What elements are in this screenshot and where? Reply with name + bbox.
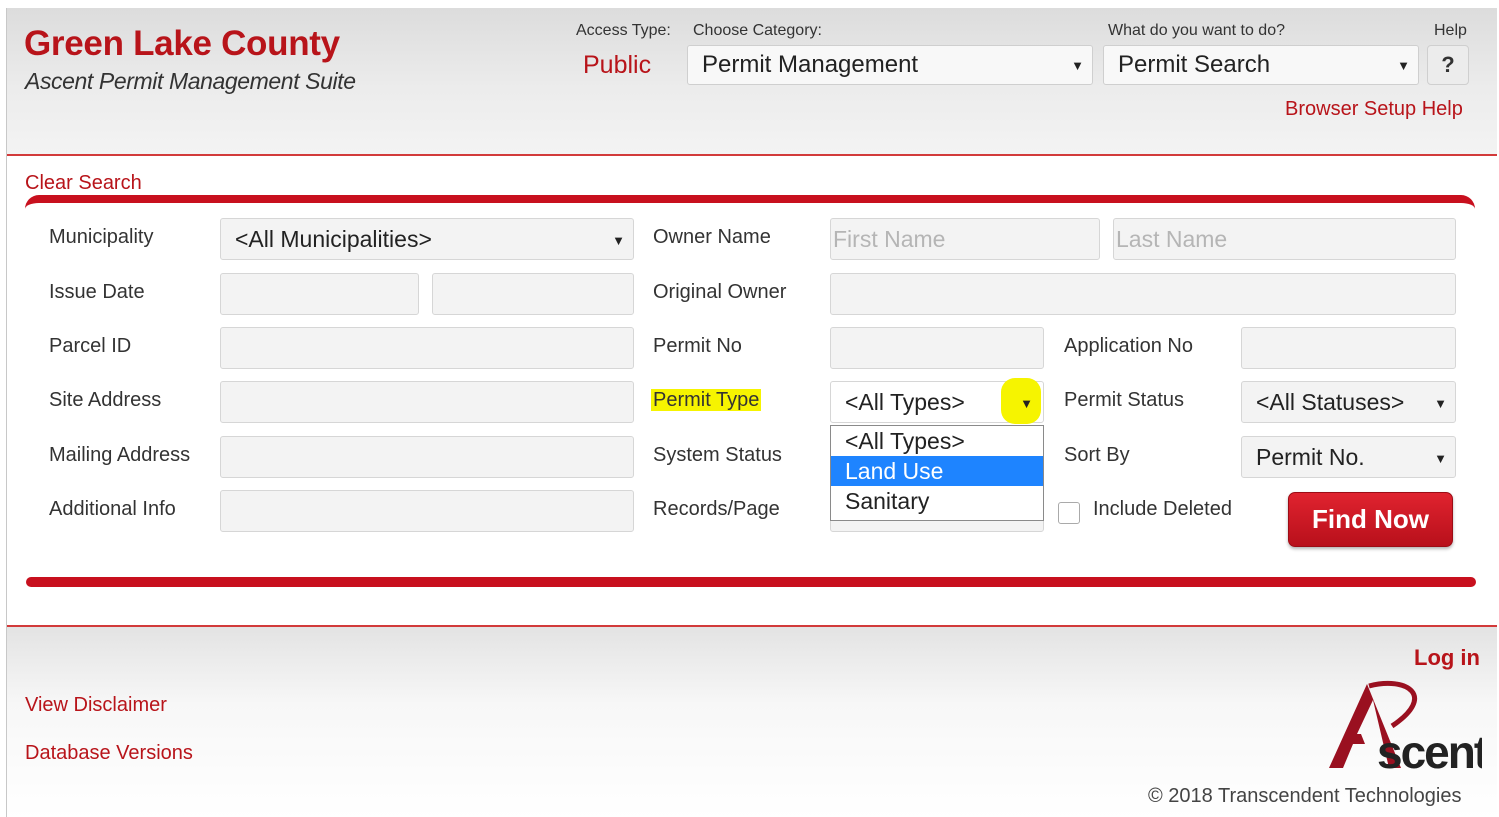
permit-type-option-highlighted[interactable]: Land Use bbox=[831, 456, 1043, 486]
ascent-logo-graphic: scent bbox=[1329, 680, 1491, 778]
parcel-id-label: Parcel ID bbox=[49, 335, 132, 357]
county-title: Green Lake County bbox=[24, 24, 340, 63]
access-type-label: Access Type: bbox=[576, 22, 671, 39]
action-label: What do you want to do? bbox=[1108, 22, 1285, 39]
action-select[interactable]: Permit Search ▼ bbox=[1103, 45, 1419, 85]
browser-setup-help-link[interactable]: Browser Setup Help bbox=[1285, 98, 1463, 121]
first-name-input[interactable]: First Name bbox=[830, 218, 1100, 260]
owner-name-label: Owner Name bbox=[653, 226, 771, 248]
permit-status-select-value: <All Statuses> bbox=[1256, 389, 1405, 415]
include-deleted-label: Include Deleted bbox=[1093, 498, 1232, 520]
view-disclaimer-link[interactable]: View Disclaimer bbox=[25, 694, 167, 717]
permit-status-select[interactable]: <All Statuses> ▼ bbox=[1241, 381, 1456, 423]
header: Green Lake County Ascent Permit Manageme… bbox=[7, 8, 1497, 156]
include-deleted-checkbox[interactable] bbox=[1058, 502, 1080, 524]
chevron-down-icon: ▼ bbox=[1434, 451, 1447, 466]
permit-status-label: Permit Status bbox=[1064, 389, 1185, 411]
ascent-logo: scent bbox=[1297, 678, 1491, 778]
last-name-input[interactable]: Last Name bbox=[1113, 218, 1456, 260]
action-select-value: Permit Search bbox=[1118, 51, 1271, 78]
permit-type-option[interactable]: Sanitary bbox=[831, 486, 1043, 516]
permit-type-label-text: Permit Type bbox=[651, 389, 762, 411]
application-no-input[interactable] bbox=[1241, 327, 1456, 369]
find-now-button[interactable]: Find Now bbox=[1288, 492, 1453, 547]
category-label: Choose Category: bbox=[693, 22, 822, 39]
site-address-label: Site Address bbox=[49, 389, 162, 411]
help-label: Help bbox=[1434, 22, 1467, 39]
issue-date-to-input[interactable] bbox=[432, 273, 634, 315]
additional-info-input[interactable] bbox=[220, 490, 634, 532]
additional-info-label: Additional Info bbox=[49, 498, 176, 520]
mailing-address-label: Mailing Address bbox=[49, 444, 191, 466]
municipality-select[interactable]: <All Municipalities> ▼ bbox=[220, 218, 634, 260]
original-owner-label: Original Owner bbox=[653, 281, 787, 303]
chevron-down-icon: ▼ bbox=[1071, 58, 1084, 73]
permit-type-select[interactable]: <All Types> ▼ bbox=[830, 378, 1044, 424]
mailing-address-input[interactable] bbox=[220, 436, 634, 478]
chevron-down-icon: ▼ bbox=[1020, 396, 1033, 411]
panel-bottom-bar bbox=[26, 577, 1476, 587]
app-frame: Green Lake County Ascent Permit Manageme… bbox=[6, 8, 1497, 817]
clear-search-link[interactable]: Clear Search bbox=[25, 172, 142, 195]
sort-by-select[interactable]: Permit No. ▼ bbox=[1241, 436, 1456, 478]
application-no-label: Application No bbox=[1064, 335, 1193, 357]
site-address-input[interactable] bbox=[220, 381, 634, 423]
chevron-down-icon: ▼ bbox=[1397, 58, 1410, 73]
system-status-label: System Status bbox=[653, 444, 782, 466]
svg-text:scent: scent bbox=[1377, 726, 1482, 778]
copyright-text: © 2018 Transcendent Technologies bbox=[1148, 785, 1462, 807]
help-button[interactable]: ? bbox=[1427, 45, 1469, 85]
first-name-placeholder: First Name bbox=[833, 226, 946, 252]
category-select-value: Permit Management bbox=[702, 51, 919, 78]
municipality-select-value: <All Municipalities> bbox=[235, 226, 432, 252]
parcel-id-input[interactable] bbox=[220, 327, 634, 369]
permit-no-label: Permit No bbox=[653, 335, 742, 357]
last-name-placeholder: Last Name bbox=[1116, 226, 1228, 252]
chevron-down-icon: ▼ bbox=[1434, 396, 1447, 411]
chevron-down-icon: ▼ bbox=[612, 233, 625, 248]
footer: Log in View Disclaimer Database Versions… bbox=[7, 625, 1497, 817]
access-type-value: Public bbox=[583, 51, 652, 79]
login-link[interactable]: Log in bbox=[1414, 645, 1480, 671]
municipality-label: Municipality bbox=[49, 226, 154, 248]
sort-by-label: Sort By bbox=[1064, 444, 1130, 466]
original-owner-input[interactable] bbox=[830, 273, 1456, 315]
permit-type-label: Permit Type bbox=[651, 389, 762, 412]
category-select[interactable]: Permit Management ▼ bbox=[687, 45, 1093, 85]
records-page-label: Records/Page bbox=[653, 498, 780, 520]
permit-type-select-value: <All Types> bbox=[845, 389, 965, 415]
issue-date-label: Issue Date bbox=[49, 281, 145, 303]
issue-date-from-input[interactable] bbox=[220, 273, 419, 315]
permit-no-input[interactable] bbox=[830, 327, 1044, 369]
database-versions-link[interactable]: Database Versions bbox=[25, 742, 193, 765]
sort-by-select-value: Permit No. bbox=[1256, 444, 1365, 470]
permit-type-dropdown-list: <All Types> Land Use Sanitary bbox=[830, 425, 1044, 521]
suite-subtitle: Ascent Permit Management Suite bbox=[25, 68, 356, 94]
permit-type-option[interactable]: <All Types> bbox=[831, 426, 1043, 456]
